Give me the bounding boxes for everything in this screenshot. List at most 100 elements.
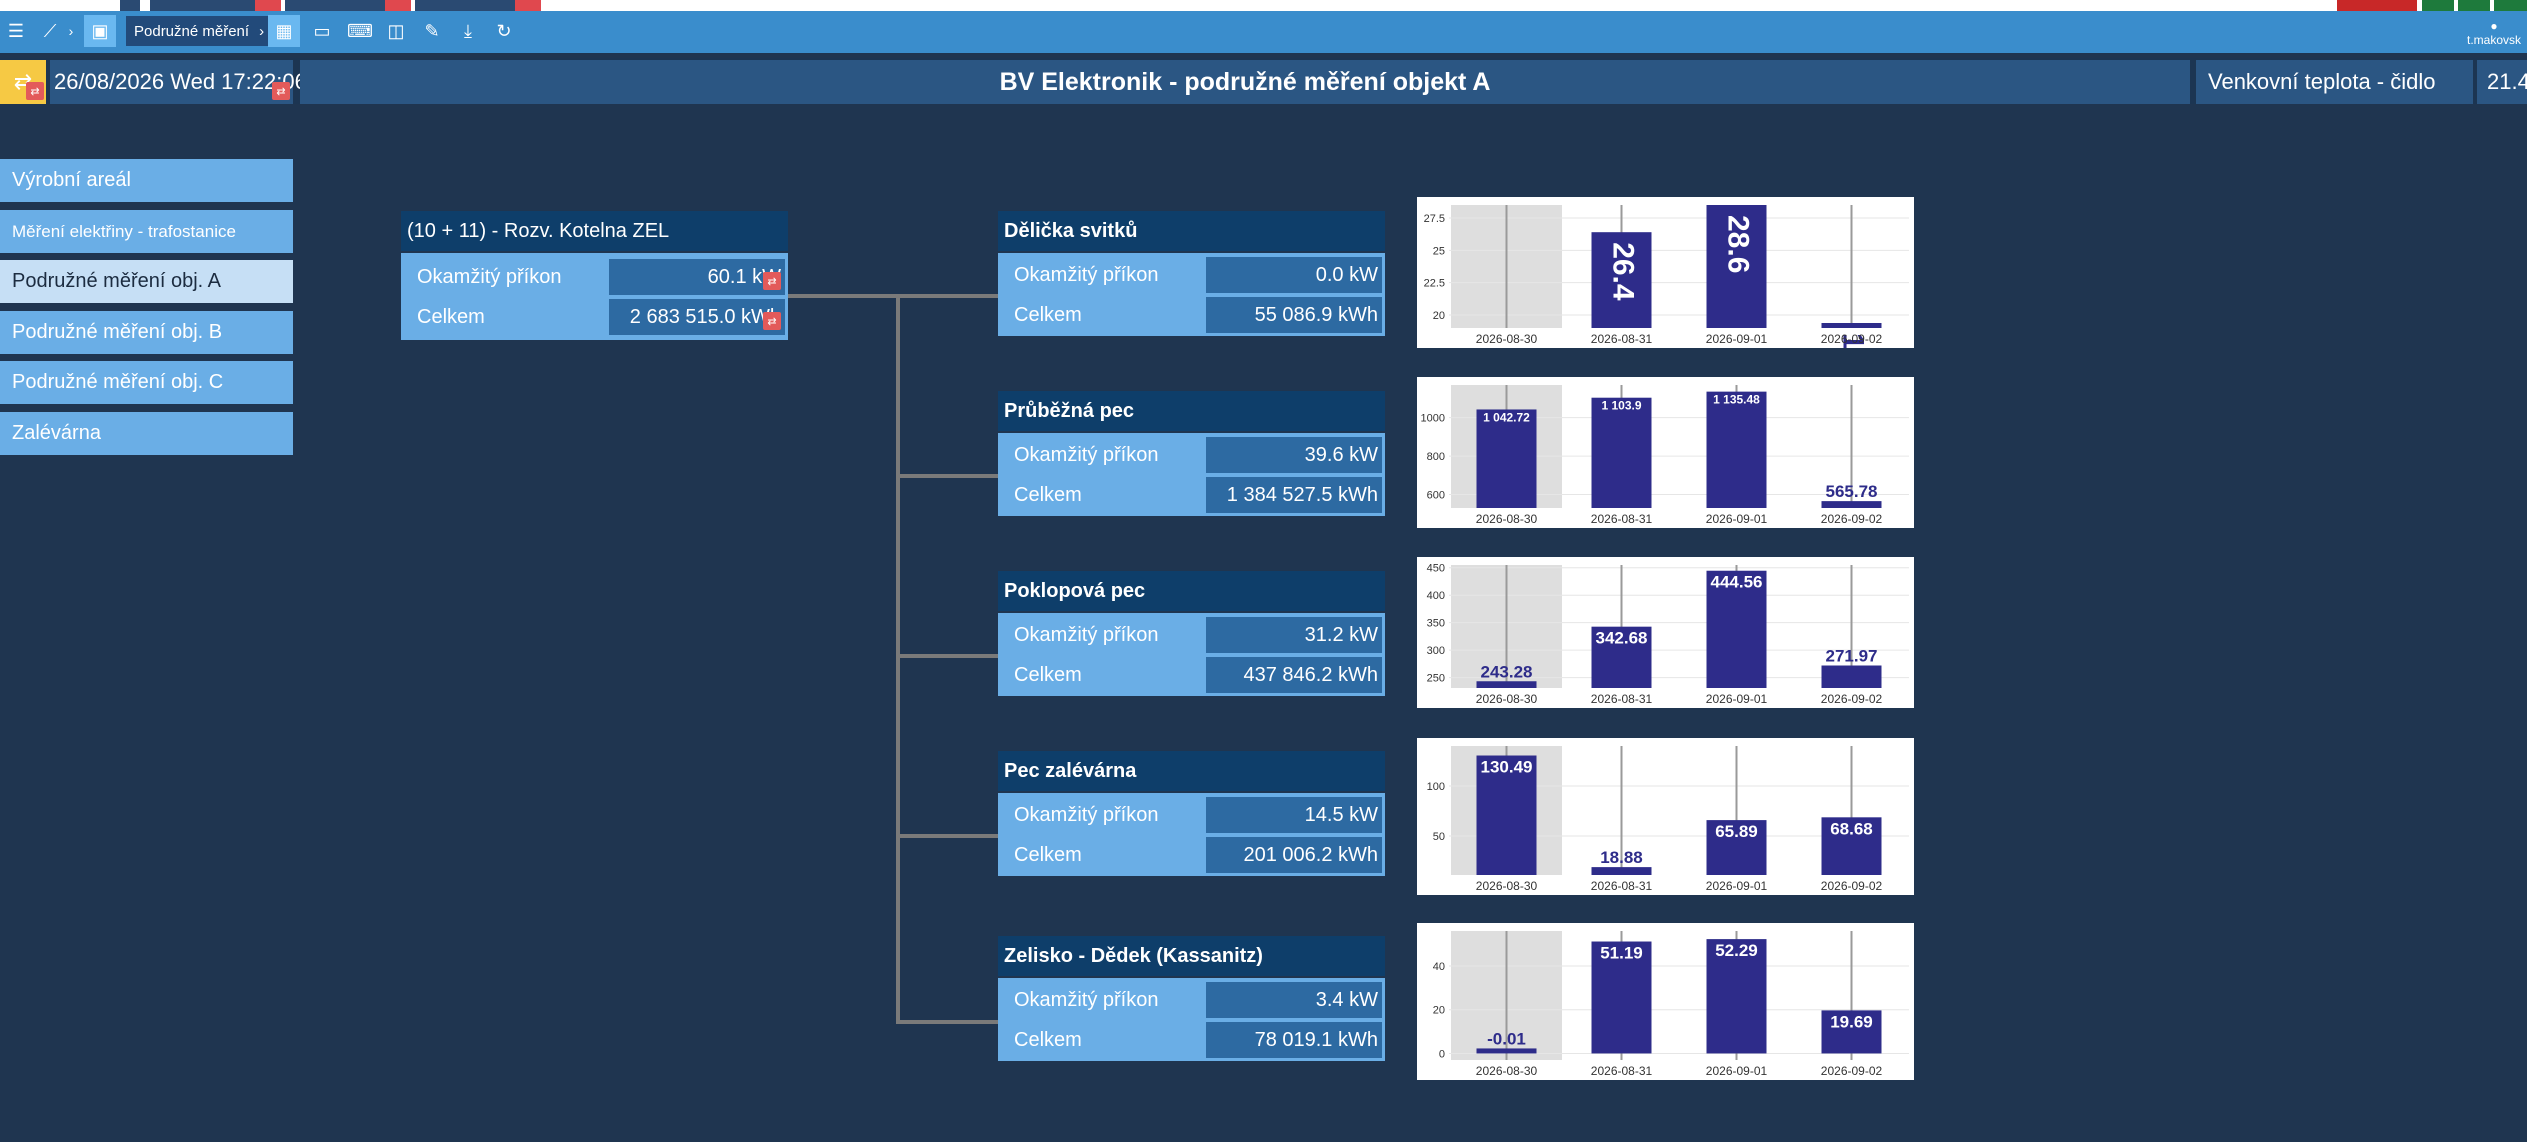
chevron-right-icon: › xyxy=(259,22,265,40)
power-value: 60.1 kW xyxy=(609,259,785,295)
data-label: 130.49 xyxy=(1481,758,1533,777)
total-label: Celkem xyxy=(1014,843,1082,866)
alert-icon: ⇄ xyxy=(272,82,290,100)
meter-panel: Okamžitý příkon 31.2 kW Celkem 437 846.2… xyxy=(998,613,1385,696)
sidebar-item-trafostanice[interactable]: Měření elektřiny - trafostanice xyxy=(0,210,293,253)
y-tick-label: 100 xyxy=(1427,781,1445,793)
bar-chart[interactable]: 250 300 350 400 450 243.28 2026-08-30 342.68 202… xyxy=(1417,557,1914,708)
meter-title[interactable]: Zelisko - Dědek (Kassanitz) xyxy=(998,936,1385,976)
chart-svg: 250 300 350 400 450 243.28 2026-08-30 342.68 202… xyxy=(1427,563,1909,706)
x-tick-label: 2026-08-30 xyxy=(1476,332,1538,346)
total-value: 2 683 515.0 kWh xyxy=(609,299,785,335)
power-value: 31.2 kW xyxy=(1206,617,1382,653)
alert-icon: ⇄ xyxy=(763,272,781,290)
tab-fragment[interactable] xyxy=(415,0,515,11)
tab-fragment[interactable] xyxy=(285,0,385,11)
tab-close-icon[interactable] xyxy=(385,0,411,11)
main-meter-panel: Okamžitý příkon 60.1 kW Celkem 2 683 515… xyxy=(401,253,788,340)
meter-title[interactable]: Dělička svitků xyxy=(998,211,1385,251)
data-label: 52.29 xyxy=(1715,941,1758,960)
data-label: 1 103.9 xyxy=(1601,399,1641,413)
page-title: BV Elektronik - podružné měření objekt A xyxy=(300,60,2190,104)
power-value: 0.0 kW xyxy=(1206,257,1382,293)
sidebar-item-obj-a[interactable]: Podružné měření obj. A xyxy=(0,260,293,303)
breadcrumb-label: Podružné měření xyxy=(134,22,250,40)
y-tick-label: 350 xyxy=(1427,618,1445,630)
connector-line xyxy=(896,474,998,478)
x-tick-label: 2026-08-30 xyxy=(1476,512,1538,526)
tab-fragment[interactable] xyxy=(150,0,255,11)
alert-icon: ⇄ xyxy=(763,312,781,330)
x-tick-label: 2026-09-02 xyxy=(1821,692,1883,706)
meter-panel: Okamžitý příkon 14.5 kW Celkem 201 006.2… xyxy=(998,793,1385,876)
y-tick-label: 0 xyxy=(1439,1048,1445,1060)
y-tick-label: 1000 xyxy=(1421,413,1445,425)
sidebar-item-vyrobni-areal[interactable]: Výrobní areál xyxy=(0,159,293,202)
sidebar-item-label: Zalévárna xyxy=(12,422,101,444)
data-label: 28.6 xyxy=(1722,215,1755,273)
x-tick-label: 2026-09-01 xyxy=(1706,879,1768,893)
x-tick-label: 2026-08-30 xyxy=(1476,1064,1538,1078)
status-indicator xyxy=(2422,0,2454,11)
bar xyxy=(1821,323,1882,328)
user-menu[interactable]: ● t.makovsk xyxy=(2467,19,2521,47)
total-label: Celkem xyxy=(417,305,485,328)
y-tick-label: 20 xyxy=(1433,1005,1445,1017)
connector-line xyxy=(787,294,998,298)
list-icon[interactable]: ☰ xyxy=(0,15,32,47)
temperature-value: 21.4 xyxy=(2477,60,2527,104)
total-label: Celkem xyxy=(1014,483,1082,506)
x-tick-label: 2026-08-30 xyxy=(1476,879,1538,893)
tab-fragment[interactable] xyxy=(120,0,140,11)
sidebar-item-label: Měření elektřiny - trafostanice xyxy=(12,221,236,241)
power-value: 39.6 kW xyxy=(1206,437,1382,473)
y-tick-label: 250 xyxy=(1427,673,1445,685)
power-label: Okamžitý příkon xyxy=(1014,988,1159,1011)
meter-title-text: Poklopová pec xyxy=(1004,579,1146,602)
bar-chart[interactable]: 20 22.5 25 27.5 2026-08-30 26.4 2026-08-31 28.6… xyxy=(1417,197,1914,348)
data-label: 271.97 xyxy=(1826,647,1878,666)
tab-close-icon[interactable] xyxy=(515,0,541,11)
chart-line-icon[interactable]: ⟋ xyxy=(34,15,66,47)
bar-chart[interactable]: 600 800 1000 1 042.72 2026-08-30 1 103.9 2026-… xyxy=(1417,377,1914,528)
x-tick-label: 2026-08-31 xyxy=(1591,332,1653,346)
bar-chart[interactable]: 0 20 40 -0.01 2026-08-30 51.19 2026-08-31 52.29… xyxy=(1417,923,1914,1080)
sidebar-item-label: Výrobní areál xyxy=(12,169,131,191)
bar xyxy=(1821,501,1882,508)
x-tick-label: 2026-09-02 xyxy=(1821,879,1883,893)
meter-panel: Okamžitý příkon 0.0 kW Celkem 55 086.9 k… xyxy=(998,253,1385,336)
data-label: 565.78 xyxy=(1826,482,1878,501)
meter-title[interactable]: Poklopová pec xyxy=(998,571,1385,611)
pencil-icon[interactable]: ✎ xyxy=(416,15,448,47)
sidebar-item-label: Podružné měření obj. A xyxy=(12,270,222,292)
y-tick-label: 27.5 xyxy=(1424,213,1445,225)
total-value: 55 086.9 kWh xyxy=(1206,297,1382,333)
bar xyxy=(1591,867,1652,875)
power-value: 14.5 kW xyxy=(1206,797,1382,833)
bar xyxy=(1591,397,1652,508)
main-meter-title[interactable]: (10 + 11) - Rozv. Kotelna ZEL xyxy=(401,211,788,251)
power-label: Okamžitý příkon xyxy=(1014,803,1159,826)
sidebar-item-obj-c[interactable]: Podružné měření obj. C xyxy=(0,361,293,404)
meter-title[interactable]: Pec zalévárna xyxy=(998,751,1385,791)
user-name: t.makovsk xyxy=(2466,33,2521,47)
power-label: Okamžitý příkon xyxy=(417,265,562,288)
frame-icon[interactable]: ◫ xyxy=(380,15,412,47)
sidebar-item-obj-b[interactable]: Podružné měření obj. B xyxy=(0,311,293,354)
temperature-value-text: 21.4 xyxy=(2487,69,2527,94)
chevron-right-icon[interactable]: › xyxy=(64,15,78,47)
breadcrumb[interactable]: Podružné měření › xyxy=(126,16,273,46)
chart-svg: 50 100 130.49 2026-08-30 18.88 2026-08-31 65.8… xyxy=(1427,746,1909,893)
tab-close-icon[interactable] xyxy=(255,0,281,11)
image-icon[interactable]: ▣ xyxy=(84,15,116,47)
bar-chart[interactable]: 50 100 130.49 2026-08-30 18.88 2026-08-31 65.8… xyxy=(1417,738,1914,895)
sidebar-item-zalevarna[interactable]: Zalévárna xyxy=(0,412,293,455)
data-label: 444.56 xyxy=(1711,573,1763,592)
download-icon[interactable]: ⤓ xyxy=(452,15,484,47)
card-icon[interactable]: ▭ xyxy=(306,15,338,47)
meter-title[interactable]: Průběžná pec xyxy=(998,391,1385,431)
layout-icon[interactable]: ▦ xyxy=(268,15,300,47)
keyboard-icon[interactable]: ⌨ xyxy=(344,15,376,47)
refresh-icon[interactable]: ↻ xyxy=(488,15,520,47)
y-tick-label: 400 xyxy=(1427,590,1445,602)
